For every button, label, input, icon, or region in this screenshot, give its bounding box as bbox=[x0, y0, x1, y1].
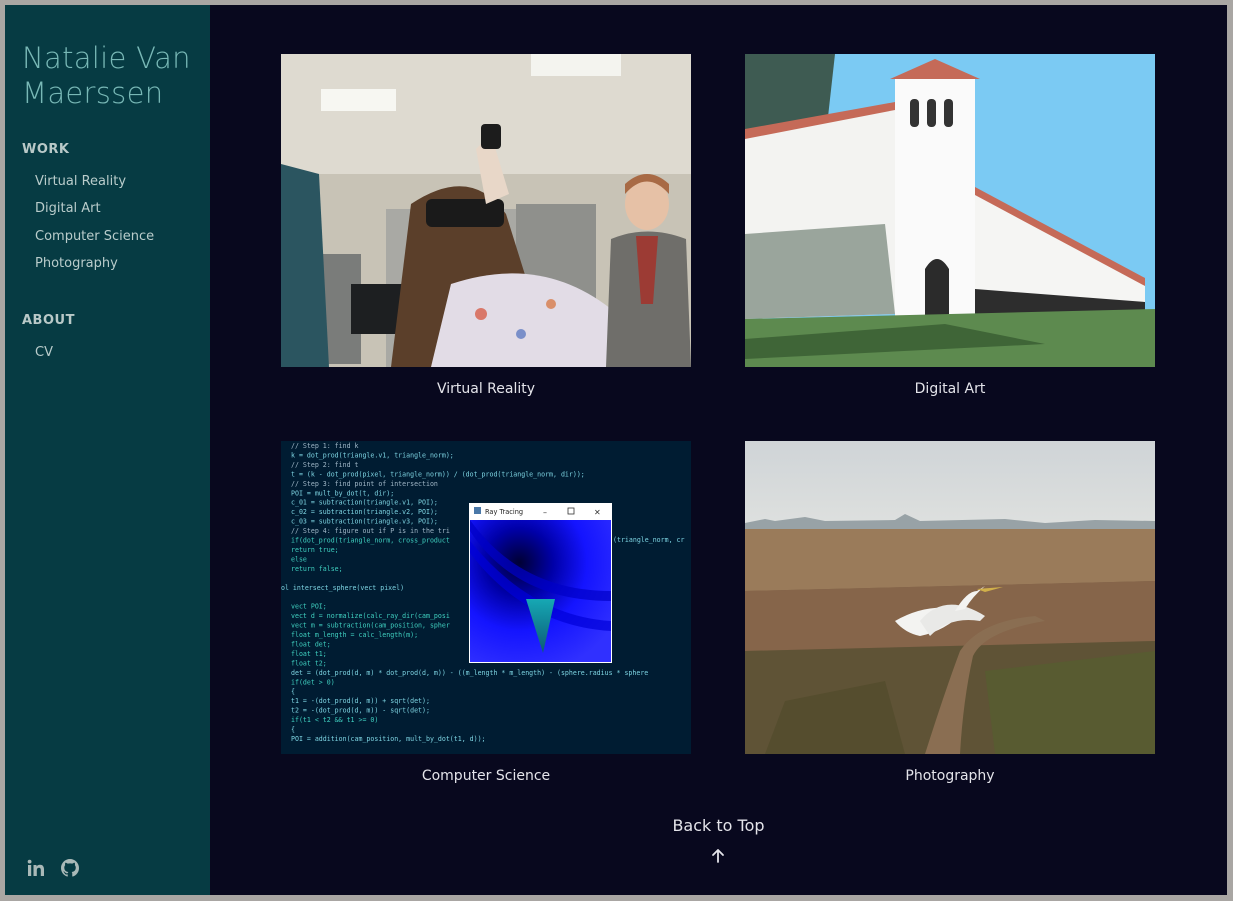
svg-text:✕: ✕ bbox=[594, 508, 601, 517]
linkedin-icon[interactable] bbox=[27, 859, 45, 877]
code-line: POI = mult_by_dot(t, dir); bbox=[291, 489, 394, 497]
nav-item-virtual-reality[interactable]: Virtual Reality bbox=[35, 173, 126, 191]
code-line: if(dot_prod(triangle_norm, cross_product bbox=[291, 537, 450, 545]
code-line: k = dot_prod(triangle.v1, triangle_norm)… bbox=[291, 451, 454, 459]
code-line: else bbox=[291, 555, 307, 563]
code-line: if(det > 0) bbox=[291, 678, 335, 686]
work-nav: Virtual Reality Digital Art Computer Sci… bbox=[22, 170, 210, 279]
caption-computer-science[interactable]: Computer Science bbox=[281, 768, 691, 784]
caption-virtual-reality[interactable]: Virtual Reality bbox=[281, 381, 691, 397]
about-nav: CV bbox=[22, 341, 210, 368]
photography-image[interactable] bbox=[745, 441, 1155, 754]
code-line: vect POI; bbox=[291, 603, 327, 611]
code-line: float m_length = calc_length(m); bbox=[291, 631, 418, 639]
site-title[interactable]: Natalie Van Maerssen bbox=[22, 41, 210, 111]
code-line: t = (k - dot_prod(pixel, triangle_norm))… bbox=[291, 470, 585, 478]
code-line: det = (dot_prod(d, m) * dot_prod(d, m)) … bbox=[291, 669, 648, 677]
code-line: float t2; bbox=[291, 659, 327, 667]
code-line: { bbox=[291, 726, 295, 734]
page-frame: Natalie Van Maerssen WORK Virtual Realit… bbox=[5, 5, 1227, 895]
code-overflow-text: (triangle_norm, cr bbox=[613, 536, 684, 544]
ray-tracing-window-title: Ray Tracing bbox=[485, 508, 523, 516]
code-line: { bbox=[291, 688, 295, 696]
nav-heading-work: WORK bbox=[22, 142, 70, 157]
code-line: // Step 3: find point of intersection bbox=[291, 480, 438, 488]
nav-item-digital-art[interactable]: Digital Art bbox=[35, 200, 101, 218]
sidebar: Natalie Van Maerssen WORK Virtual Realit… bbox=[5, 5, 210, 895]
nav-heading-about: ABOUT bbox=[22, 313, 75, 329]
code-line: vect m = subtraction(cam_position, spher bbox=[291, 622, 450, 630]
back-to-top-link[interactable]: Back to Top bbox=[210, 816, 1227, 835]
nav-item-computer-science[interactable]: Computer Science bbox=[35, 228, 154, 246]
code-line: return false; bbox=[291, 565, 343, 573]
code-line: vect d = normalize(calc_ray_dir(cam_posi bbox=[291, 612, 450, 620]
tile-virtual-reality: Virtual Reality bbox=[281, 54, 691, 397]
nav-item-photography[interactable]: Photography bbox=[35, 255, 118, 273]
virtual-reality-image[interactable] bbox=[281, 54, 691, 367]
code-line: t2 = -(dot_prod(d, m)) - sqrt(det); bbox=[291, 707, 430, 715]
gallery-main: Virtual Reality Digital Art // Step 1: f… bbox=[210, 5, 1227, 895]
code-line: if(t1 < t2 && t1 >= 0) bbox=[291, 716, 378, 724]
social-links bbox=[27, 859, 79, 877]
code-line: c_01 = subtraction(triangle.v1, POI); bbox=[291, 499, 438, 507]
code-line: // Step 4: figure out if P is in the tri bbox=[291, 527, 450, 535]
code-line: // Step 2: find t bbox=[291, 461, 359, 469]
tile-digital-art: Digital Art bbox=[745, 54, 1155, 397]
code-line: // Step 1: find k bbox=[291, 442, 359, 450]
nav-item-cv[interactable]: CV bbox=[35, 344, 53, 362]
github-icon[interactable] bbox=[61, 859, 79, 877]
digital-art-image[interactable] bbox=[745, 54, 1155, 367]
tile-computer-science: // Step 1: find kk = dot_prod(triangle.v… bbox=[281, 441, 691, 784]
code-line: return true; bbox=[291, 546, 339, 554]
code-line: POI = addition(cam_position, mult_by_dot… bbox=[291, 735, 486, 743]
code-line: c_03 = subtraction(triangle.v3, POI); bbox=[291, 518, 438, 526]
tile-photography: Photography bbox=[745, 441, 1155, 784]
code-line: float det; bbox=[291, 640, 331, 648]
code-line: c_02 = subtraction(triangle.v2, POI); bbox=[291, 508, 438, 516]
code-line: float t1; bbox=[291, 650, 327, 658]
arrow-up-icon[interactable] bbox=[710, 848, 726, 864]
code-line: ol intersect_sphere(vect pixel) bbox=[281, 584, 404, 592]
code-line: t1 = -(dot_prod(d, m)) + sqrt(det); bbox=[291, 697, 430, 705]
svg-text:–: – bbox=[543, 508, 547, 517]
computer-science-image[interactable]: // Step 1: find kk = dot_prod(triangle.v… bbox=[281, 441, 691, 754]
caption-digital-art[interactable]: Digital Art bbox=[745, 381, 1155, 397]
caption-photography[interactable]: Photography bbox=[745, 768, 1155, 784]
